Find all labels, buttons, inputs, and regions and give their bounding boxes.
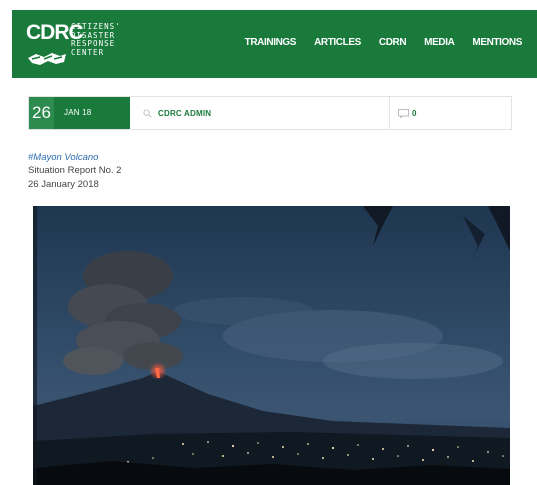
article-date: 26 January 2018 — [28, 179, 99, 190]
logo-hand-icon — [28, 53, 66, 65]
post-author[interactable]: CDRC ADMIN — [143, 97, 211, 129]
main-nav: TRAININGS ARTICLES CDRN MEDIA MENTIONS — [236, 37, 531, 48]
logo-words: CITIZENS' DISASTER RESPONSE CENTER — [71, 22, 121, 57]
post-month-year: JAN 18 — [54, 97, 130, 129]
article-subtitle: Situation Report No. 2 — [28, 165, 122, 176]
meta-divider — [389, 97, 390, 129]
cdrc-logo[interactable]: CDRC CITIZENS' DISASTER RESPONSE CENTER — [24, 18, 134, 70]
search-icon — [143, 108, 152, 118]
nav-item-media[interactable]: MEDIA — [415, 37, 463, 48]
nav-item-articles[interactable]: ARTICLES — [305, 37, 370, 48]
post-comments[interactable]: 0 — [398, 97, 416, 129]
comment-icon — [398, 108, 409, 118]
featured-image[interactable] — [33, 206, 510, 485]
post-day: 26 — [29, 97, 54, 129]
comment-count[interactable]: 0 — [412, 109, 416, 118]
post-meta-bar: 26 JAN 18 CDRC ADMIN 0 — [28, 96, 512, 130]
nav-item-cdrn[interactable]: CDRN — [370, 37, 415, 48]
author-name[interactable]: CDRC ADMIN — [158, 109, 211, 118]
site-header: CDRC CITIZENS' DISASTER RESPONSE CENTER … — [12, 10, 537, 78]
mayon-volcano-night-photo — [33, 206, 510, 485]
nav-item-trainings[interactable]: TRAININGS — [236, 37, 305, 48]
nav-item-mentions[interactable]: MENTIONS — [463, 37, 531, 48]
article-tag-link[interactable]: #Mayon Volcano — [28, 152, 98, 163]
